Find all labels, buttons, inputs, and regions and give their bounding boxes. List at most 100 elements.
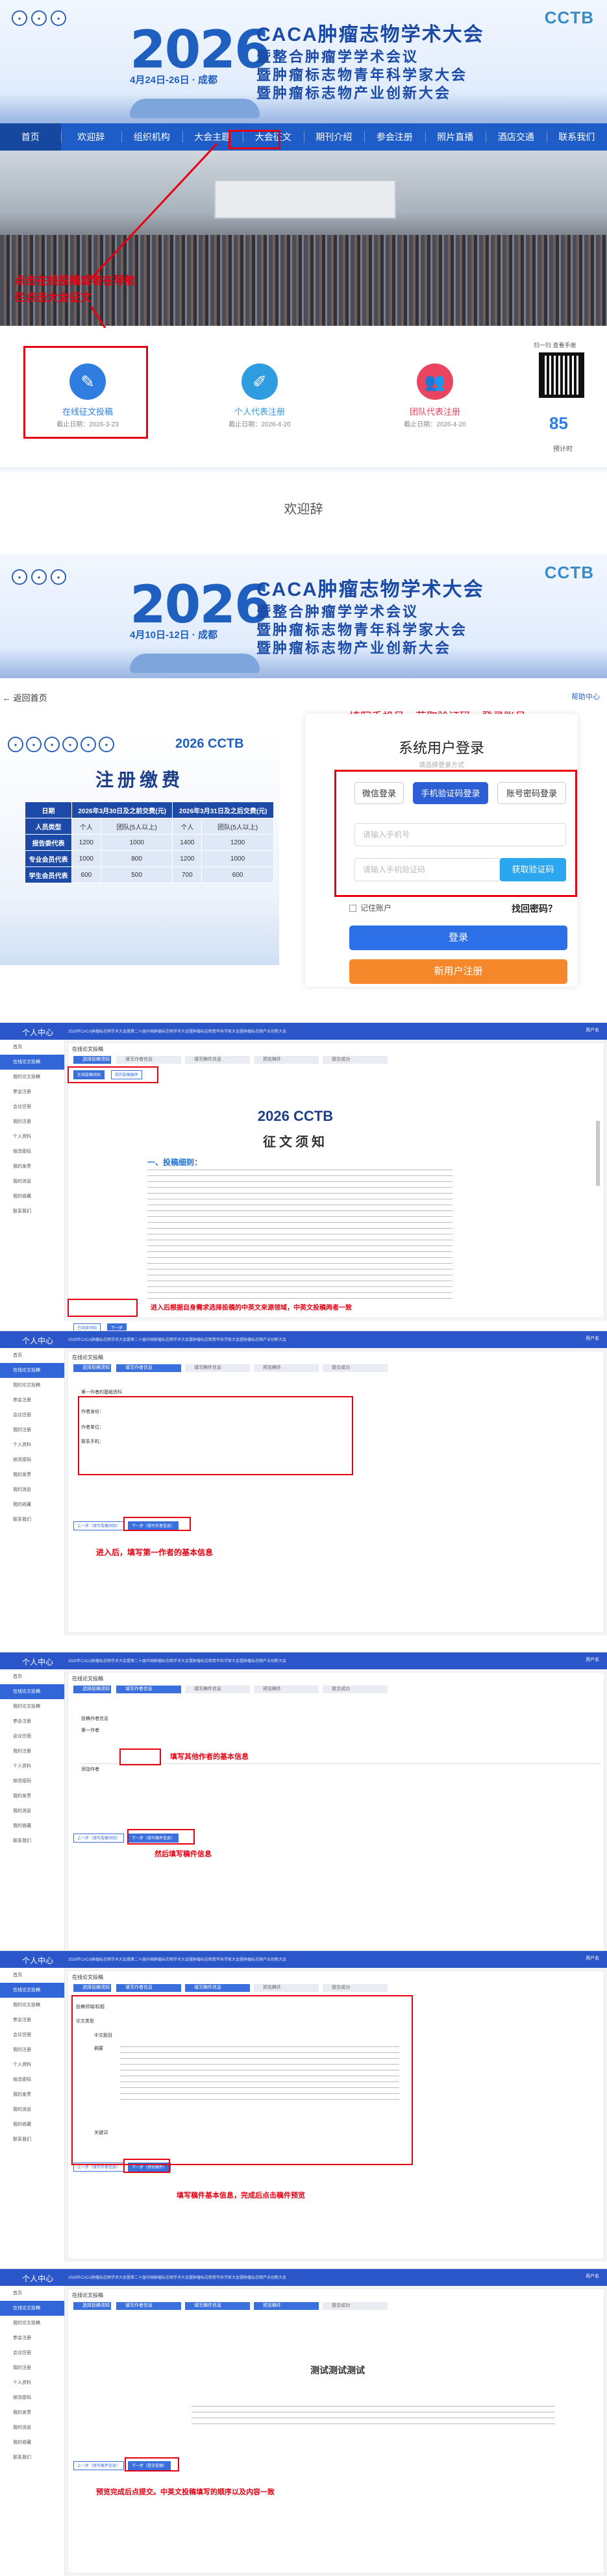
nav-hotel[interactable]: 酒店交通 (486, 123, 547, 151)
logo-icon: ● (26, 737, 42, 752)
sidebar-item[interactable]: 修改密码 (0, 1453, 64, 1467)
sidebar-item[interactable]: 我的论文投稿 (0, 1998, 64, 2013)
sidebar-item[interactable]: 参会注册 (0, 2331, 64, 2346)
sidebar-item[interactable]: 会议住宿 (0, 1408, 64, 1423)
sidebar-item[interactable]: 我的收藏 (0, 2435, 64, 2450)
sidebar-item[interactable]: 我的消息 (0, 1804, 64, 1819)
sidebar-item[interactable]: 我的注册 (0, 1744, 64, 1759)
sidebar-item[interactable]: 我的发票 (0, 1467, 64, 1482)
sidebar-item[interactable]: 我的发票 (0, 2087, 64, 2102)
entry-personal-registration[interactable]: ✐ 个人代表注册 截止日期：2026-4-20 (208, 363, 312, 428)
forgot-password-link[interactable]: 找回密码？ (512, 902, 557, 915)
sidebar-item[interactable]: 联系我们 (0, 1512, 64, 1527)
sidebar-item[interactable]: 会议住宿 (0, 1729, 64, 1744)
fee-cell: 专业会员代表 (25, 850, 72, 867)
sidebar-item[interactable]: 个人资料 (0, 1759, 64, 1774)
login-button[interactable]: 登录 (349, 926, 567, 950)
sidebar-item[interactable]: 我的论文投稿 (0, 2316, 64, 2331)
admin-topbar: 个人中心 2026年CACA肿瘤标志物学术大会暨第二十届中国肿瘤标志物学术大会暨肿… (0, 1652, 607, 1669)
sidebar-item[interactable]: 联系我们 (0, 2450, 64, 2465)
sidebar-item-home[interactable]: 首页 (0, 1968, 64, 1983)
sidebar-item[interactable]: 我的论文投稿 (0, 1378, 64, 1393)
sidebar-item-submission[interactable]: 在线论文投稿 (0, 1983, 64, 1998)
sidebar-item-submission[interactable]: 在线论文投稿 (0, 1055, 64, 1070)
sidebar-item[interactable]: 个人资料 (0, 1129, 64, 1144)
sidebar-item[interactable]: 个人资料 (0, 1438, 64, 1453)
fee-cell: 500 (100, 866, 173, 883)
sidebar-item[interactable]: 我的收藏 (0, 1497, 64, 1512)
sidebar-item[interactable]: 我的消息 (0, 2420, 64, 2435)
sidebar-item[interactable]: 联系我们 (0, 1204, 64, 1219)
sidebar-item[interactable]: 会议住宿 (0, 2346, 64, 2361)
nav-home[interactable]: 首页 (0, 123, 61, 151)
user-menu[interactable]: 用户名 (586, 1335, 599, 1342)
logo-icon: ● (99, 737, 114, 752)
sidebar-item[interactable]: 我的发票 (0, 1789, 64, 1804)
nav-welcome[interactable]: 欢迎辞 (60, 123, 122, 151)
sidebar-item[interactable]: 我的注册 (0, 1423, 64, 1438)
entry-team-registration[interactable]: 👥 团队代表注册 截止日期：2026-4-20 (383, 363, 487, 428)
brand-logo: CCTB (544, 563, 594, 582)
prev-button[interactable]: 上一步（填写稿件信息） (73, 2461, 125, 2470)
sidebar-item[interactable]: 修改密码 (0, 1144, 64, 1159)
sidebar-item[interactable]: 我的论文投稿 (0, 1070, 64, 1085)
sidebar-item[interactable]: 我的发票 (0, 2405, 64, 2420)
step-3: 填写稿件信息 (185, 1364, 250, 1372)
sidebar-item[interactable]: 我的消息 (0, 1174, 64, 1189)
back-home-link[interactable]: ← 返回首页 (3, 691, 47, 704)
scrollbar[interactable] (596, 1121, 600, 1186)
nav-journal[interactable]: 期刊介绍 (303, 123, 365, 151)
welcome-heading: 欢迎辞 (284, 502, 323, 517)
sidebar-item[interactable]: 我的注册 (0, 1114, 64, 1129)
sidebar-item-submission[interactable]: 在线论文投稿 (0, 2301, 64, 2316)
add-author-link[interactable]: 添加作者 (81, 1766, 99, 1773)
sidebar-item[interactable]: 会议住宿 (0, 1099, 64, 1114)
sidebar-item[interactable]: 我的注册 (0, 2361, 64, 2375)
sidebar-item-home[interactable]: 首页 (0, 1348, 64, 1363)
user-menu[interactable]: 用户名 (586, 1656, 599, 1663)
prev-button[interactable]: 上一步（填写投稿须知） (73, 1521, 125, 1530)
sidebar-item[interactable]: 修改密码 (0, 2390, 64, 2405)
user-menu[interactable]: 用户名 (586, 2273, 599, 2279)
user-menu[interactable]: 用户名 (586, 1955, 599, 1961)
nav-photos[interactable]: 照片直播 (425, 123, 486, 151)
sidebar-item[interactable]: 个人资料 (0, 2057, 64, 2072)
sidebar-item[interactable]: 我的消息 (0, 1482, 64, 1497)
sidebar-item-home[interactable]: 首页 (0, 1040, 64, 1055)
sidebar-item[interactable]: 修改密码 (0, 2072, 64, 2087)
sidebar-item-home[interactable]: 首页 (0, 1669, 64, 1684)
countdown-number: 85 (549, 413, 568, 433)
sidebar-item[interactable]: 我的收藏 (0, 1189, 64, 1204)
help-center-link[interactable]: 帮助中心 (571, 691, 600, 702)
register-button[interactable]: 新用户注册 (349, 959, 567, 984)
sidebar-item[interactable]: 我的发票 (0, 1159, 64, 1174)
sidebar-item[interactable]: 参会注册 (0, 2013, 64, 2028)
sidebar-item[interactable]: 联系我们 (0, 1834, 64, 1848)
sidebar-item[interactable]: 我的注册 (0, 2042, 64, 2057)
stadium-graphic (130, 99, 260, 118)
sidebar-item[interactable]: 我的收藏 (0, 2117, 64, 2132)
qr-code[interactable] (537, 350, 586, 400)
sidebar-item-submission[interactable]: 在线论文投稿 (0, 1363, 64, 1378)
nav-organization[interactable]: 组织机构 (121, 123, 182, 151)
sidebar-item[interactable]: 联系我们 (0, 2132, 64, 2147)
remember-checkbox[interactable]: 记住账户 (349, 902, 391, 913)
admin-topbar: 个人中心 2026年CACA肿瘤标志物学术大会暨第二十届中国肿瘤标志物学术大会暨肿… (0, 1331, 607, 1348)
nav-contact[interactable]: 联系我们 (546, 123, 607, 151)
nav-registration[interactable]: 参会注册 (364, 123, 425, 151)
sidebar-item[interactable]: 我的论文投稿 (0, 1699, 64, 1714)
sidebar-item[interactable]: 修改密码 (0, 1774, 64, 1789)
prev-button[interactable]: 上一步（填写投稿须知） (73, 1834, 125, 1843)
sidebar-item[interactable]: 个人资料 (0, 2375, 64, 2390)
sidebar-item[interactable]: 我的消息 (0, 2102, 64, 2117)
user-menu[interactable]: 用户名 (586, 1027, 599, 1033)
author-entry: 第一作者 (81, 1728, 99, 1733)
sidebar-item[interactable]: 会议住宿 (0, 2028, 64, 2042)
fee-cell: 1400 (172, 834, 203, 851)
sidebar-item[interactable]: 参会注册 (0, 1085, 64, 1099)
sidebar-item[interactable]: 参会注册 (0, 1714, 64, 1729)
sidebar-item[interactable]: 参会注册 (0, 1393, 64, 1408)
sidebar-item-submission[interactable]: 在线论文投稿 (0, 1684, 64, 1699)
sidebar-item[interactable]: 我的收藏 (0, 1819, 64, 1834)
sidebar-item-home[interactable]: 首页 (0, 2286, 64, 2301)
